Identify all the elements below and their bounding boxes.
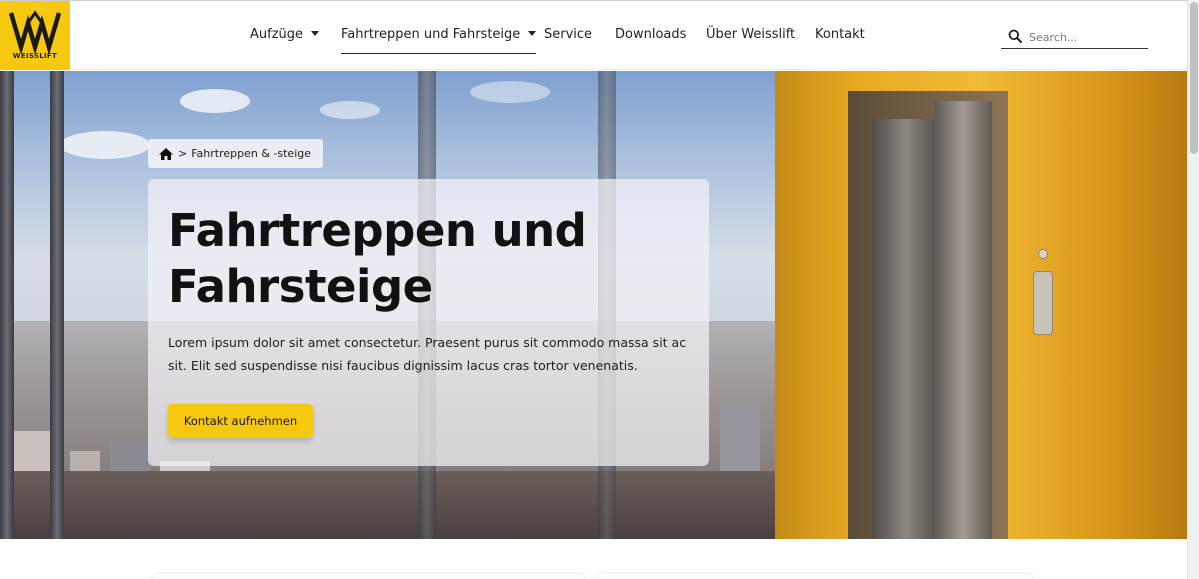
search-input[interactable] [1029,27,1144,47]
search-icon[interactable] [1008,29,1022,43]
nav-item-label: Service [544,27,593,42]
nav-item-aufzuege[interactable]: Aufzüge [250,27,320,49]
content-card [598,574,1032,579]
elevator-indicator [1038,249,1048,259]
home-icon[interactable] [158,147,174,161]
scrollbar-thumb[interactable] [1190,2,1198,154]
nav-item-label: Über Weisslift [706,27,796,42]
window-frame [50,71,64,539]
elevator-call-panel [1033,271,1053,335]
page-title: Fahrtreppen und Fahrsteige [168,204,587,313]
caret-down-icon [311,31,320,36]
elevator-door-right [934,101,992,539]
weisslift-w-mark-icon [9,10,61,53]
site-header: WEISSLIFT Aufzüge Fahrtreppen und Fahrst… [0,1,1187,70]
nav-item-label: Downloads [615,27,687,42]
hero-card: Fahrtreppen und Fahrsteige Lorem ipsum d… [148,179,709,466]
content-section [0,539,1187,579]
breadcrumb-current: Fahrtreppen & -steige [191,147,311,160]
elevator-door-left [872,119,934,539]
nav-item-fahrtreppen[interactable]: Fahrtreppen und Fahrsteige [341,27,537,54]
nav-item-ueber-weisslift[interactable]: Über Weisslift [706,27,795,49]
nav-item-kontakt[interactable]: Kontakt [815,27,865,49]
nav-item-service[interactable]: Service [544,27,592,49]
nav-item-downloads[interactable]: Downloads [615,27,686,49]
breadcrumb: > Fahrtreppen & -steige [148,139,323,168]
weisslift-logo[interactable]: WEISSLIFT [0,1,70,70]
scrollbar[interactable] [1187,0,1199,579]
breadcrumb-separator: > [178,147,188,160]
window-frame [0,71,14,539]
caret-down-icon [528,31,537,36]
hero-description: Lorem ipsum dolor sit amet consectetur. … [168,335,687,373]
nav-item-label: Fahrtreppen und Fahrsteige [341,27,521,42]
contact-button[interactable]: Kontakt aufnehmen [168,404,313,438]
logo-wordmark: WEISSLIFT [12,52,58,60]
hero-section: > Fahrtreppen & -steige Fahrtreppen und … [0,71,1187,539]
search-box [1001,25,1148,49]
nav-item-label: Aufzüge [250,27,304,42]
nav-item-label: Kontakt [815,27,865,42]
content-card [154,574,584,579]
